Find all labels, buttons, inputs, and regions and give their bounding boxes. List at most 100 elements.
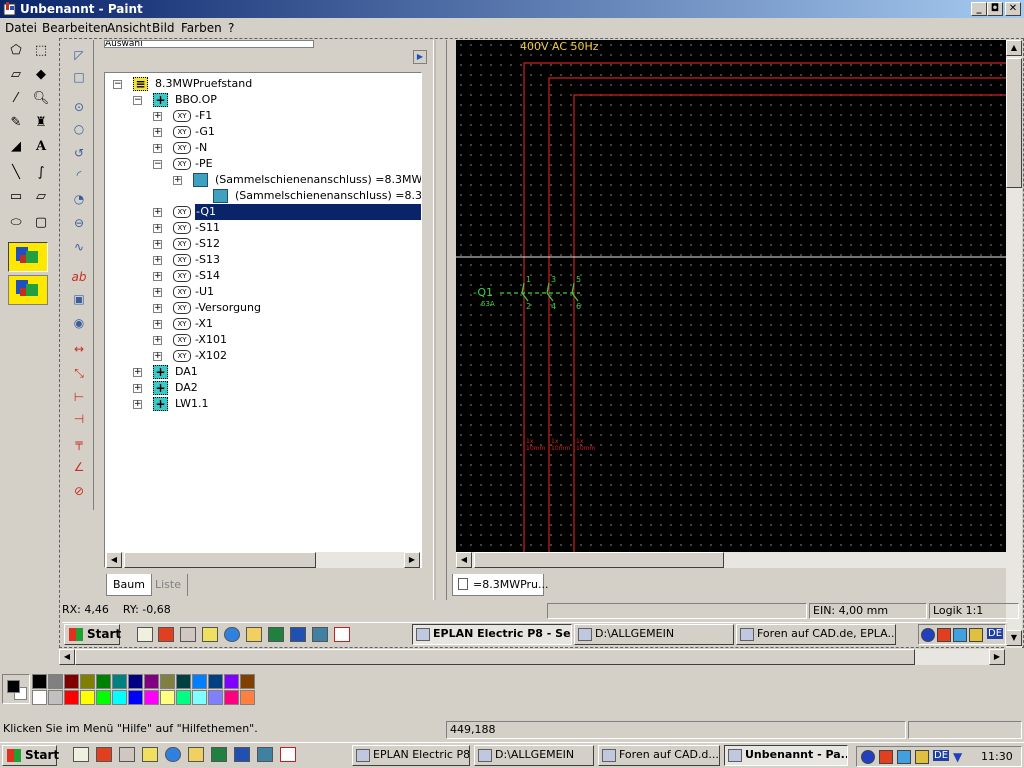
palette-color-swatch[interactable] xyxy=(64,674,79,689)
expand-icon[interactable]: + xyxy=(173,176,182,185)
close-button[interactable]: ✕ xyxy=(1005,2,1021,16)
device-tag-q1[interactable]: -Q1 xyxy=(473,286,493,299)
expand-icon[interactable]: + xyxy=(153,144,162,153)
task-paint[interactable]: Unbenannt - Pa... xyxy=(724,745,848,766)
expand-icon[interactable]: + xyxy=(153,208,162,217)
spline-icon[interactable]: ∿ xyxy=(69,240,89,258)
calc-quick-icon[interactable] xyxy=(257,747,273,762)
start-button[interactable]: Start xyxy=(2,745,59,766)
paint-scroll-right-icon[interactable]: ▶ xyxy=(989,649,1005,665)
brush-icon[interactable]: ♜ xyxy=(29,112,53,136)
navigator-filter-input[interactable]: Auswahl xyxy=(104,40,314,48)
tray-monitor-icon[interactable] xyxy=(897,750,911,764)
arc-icon[interactable]: ↺ xyxy=(69,146,89,164)
palette-color-swatch[interactable] xyxy=(64,690,79,705)
transparent-mode-icon[interactable] xyxy=(8,275,48,305)
text-tool-icon[interactable]: A xyxy=(29,136,53,160)
palette-color-swatch[interactable] xyxy=(80,674,95,689)
text-icon[interactable]: ab xyxy=(69,270,89,288)
ole-object-icon[interactable]: ◉ xyxy=(69,316,89,334)
tree-node[interactable]: + XY -S14 xyxy=(105,268,421,284)
eplan-quick-icon[interactable] xyxy=(96,747,112,762)
tray-monitor-icon[interactable] xyxy=(953,628,967,642)
palette-color-swatch[interactable] xyxy=(144,674,159,689)
polygon-tool-icon[interactable]: ▱ xyxy=(29,186,53,210)
current-colors[interactable] xyxy=(2,674,30,704)
circle-center-icon[interactable]: ⊙ xyxy=(69,100,89,118)
tray-app-icon[interactable] xyxy=(937,628,951,642)
palette-color-swatch[interactable] xyxy=(32,690,47,705)
tray-network-icon[interactable] xyxy=(921,628,935,642)
tray-language[interactable]: DE xyxy=(933,750,950,761)
menu-farben[interactable]: Farben xyxy=(181,21,222,35)
collapse-icon[interactable]: − xyxy=(153,160,162,169)
palette-color-swatch[interactable] xyxy=(128,690,143,705)
tree-node[interactable]: − XY -PE xyxy=(105,156,421,172)
dimension-incremental-icon[interactable]: ╤ xyxy=(69,436,89,454)
word-quick-icon[interactable] xyxy=(234,747,250,762)
paint-horizontal-scrollbar[interactable]: ◀ ▶ xyxy=(59,649,1005,665)
radius-dimension-icon[interactable]: ⊘ xyxy=(69,484,89,502)
scroll-thumb[interactable] xyxy=(124,552,316,568)
tree-node[interactable]: + XY -Q1 xyxy=(105,204,421,220)
menu-help[interactable]: ? xyxy=(228,21,234,35)
tree-node[interactable]: (Sammelschienenanschluss) =8.3MWPruefst xyxy=(105,188,421,204)
tray-language[interactable]: DE xyxy=(987,628,1004,639)
paint-scroll-thumb[interactable] xyxy=(75,649,915,665)
palette-color-swatch[interactable] xyxy=(128,674,143,689)
panel-splitter[interactable] xyxy=(433,40,436,600)
expand-icon[interactable]: + xyxy=(133,384,142,393)
tray-key-icon[interactable] xyxy=(969,628,983,642)
tree-node[interactable]: + XY -F1 xyxy=(105,108,421,124)
curve-tool-icon[interactable]: ∫ xyxy=(29,162,53,186)
menu-bearbeiten[interactable]: Bearbeiten xyxy=(42,21,108,35)
menu-datei[interactable]: Datei xyxy=(5,21,37,35)
tree-horizontal-scrollbar[interactable]: ◀ ▶ xyxy=(106,552,420,568)
palette-color-swatch[interactable] xyxy=(112,674,127,689)
image-icon[interactable]: ▣ xyxy=(69,292,89,310)
expand-icon[interactable]: + xyxy=(133,400,142,409)
tree-node[interactable]: + XY -S11 xyxy=(105,220,421,236)
paint-scroll-left-icon[interactable]: ◀ xyxy=(59,649,75,665)
tray-filter-icon[interactable]: ▼ xyxy=(953,750,962,764)
palette-color-swatch[interactable] xyxy=(160,674,175,689)
captured-task-folder[interactable]: D:\ALLGEMEIN xyxy=(574,624,734,645)
schematic-horizontal-scrollbar[interactable]: ◀ xyxy=(456,552,1006,568)
palette-color-swatch[interactable] xyxy=(48,690,63,705)
free-select-icon[interactable]: ⬠ xyxy=(4,40,28,64)
color-picker-icon[interactable]: ⁄ xyxy=(4,88,28,112)
page-tab[interactable]: =8.3MWPru... xyxy=(452,574,549,596)
expand-icon[interactable]: + xyxy=(153,256,162,265)
desktop-icon[interactable] xyxy=(137,627,153,642)
rounded-rect-tool-icon[interactable]: ▢ xyxy=(29,212,53,236)
expand-icon[interactable]: + xyxy=(153,224,162,233)
palette-color-swatch[interactable] xyxy=(176,674,191,689)
expand-icon[interactable]: + xyxy=(153,320,162,329)
hscroll-thumb[interactable] xyxy=(474,552,724,568)
navigator-play-icon[interactable]: ▶ xyxy=(413,50,427,64)
search-quick-icon[interactable] xyxy=(188,747,204,762)
expand-icon[interactable]: + xyxy=(153,240,162,249)
tool-quick-icon[interactable] xyxy=(119,747,135,762)
tree-node[interactable]: − + BBO.OP xyxy=(105,92,421,108)
expand-icon[interactable]: + xyxy=(153,288,162,297)
expand-icon[interactable]: + xyxy=(153,304,162,313)
expand-icon[interactable]: + xyxy=(153,352,162,361)
expand-icon[interactable]: + xyxy=(153,128,162,137)
palette-color-swatch[interactable] xyxy=(224,674,239,689)
calc-quick-icon[interactable] xyxy=(312,627,328,642)
schematic-vertical-scrollbar[interactable]: ▲ ▼ xyxy=(1006,40,1022,648)
scroll-up-icon[interactable]: ▲ xyxy=(1006,40,1022,56)
palette-color-swatch[interactable] xyxy=(224,690,239,705)
palette-color-swatch[interactable] xyxy=(208,674,223,689)
line-tool-icon[interactable]: ╲ xyxy=(4,162,28,186)
palette-color-swatch[interactable] xyxy=(96,674,111,689)
pdf-quick-icon[interactable] xyxy=(280,747,296,762)
task-folder[interactable]: D:\ALLGEMEIN xyxy=(474,745,594,766)
angle-dimension-icon[interactable]: ∠ xyxy=(69,460,89,478)
word-quick-icon[interactable] xyxy=(290,627,306,642)
dimension-chain-icon[interactable]: ⊢ xyxy=(69,390,89,408)
tree-node[interactable]: − ≡ 8.3MWPruefstand xyxy=(105,76,421,92)
tray-key-icon[interactable] xyxy=(915,750,929,764)
palette-color-swatch[interactable] xyxy=(80,690,95,705)
